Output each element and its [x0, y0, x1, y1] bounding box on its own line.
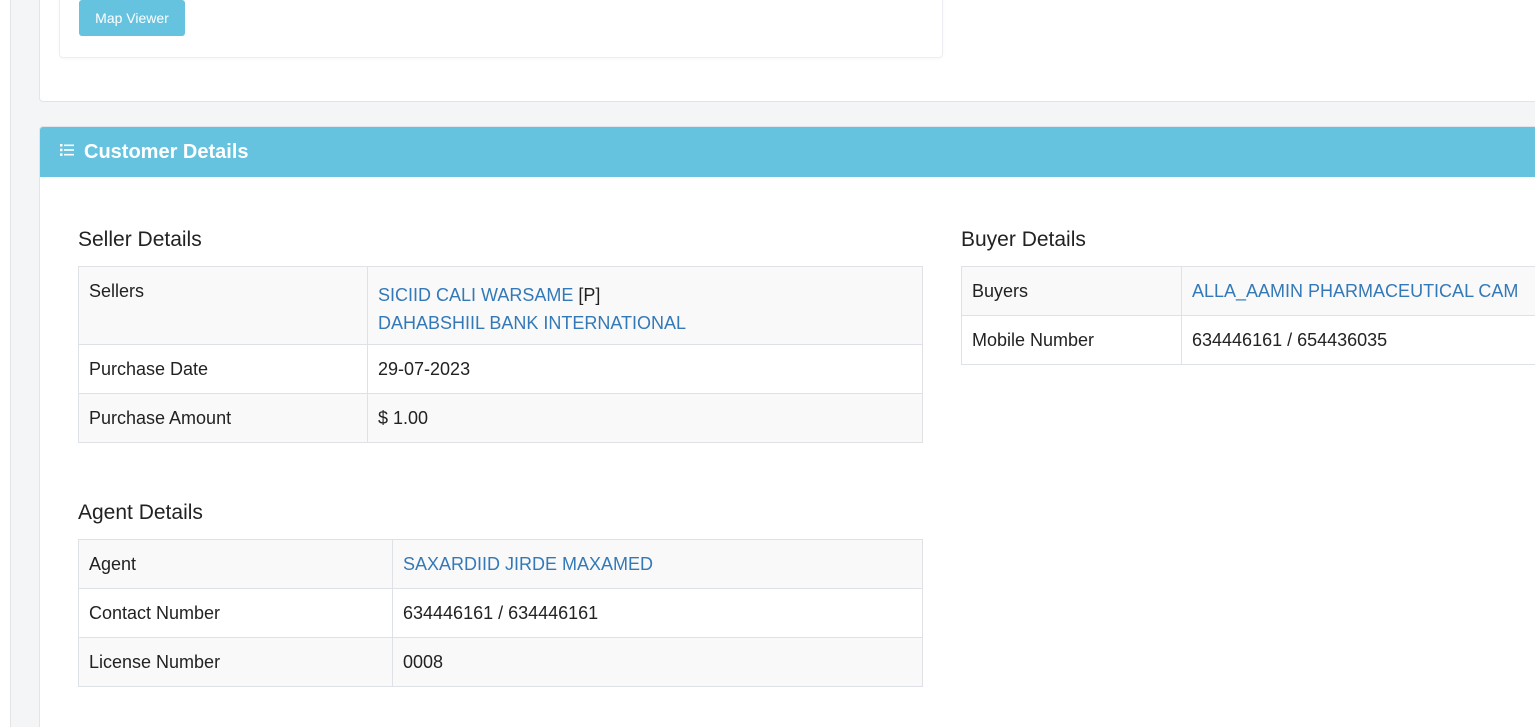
page: Map Viewer Customer Details Seller Detai…: [0, 0, 1535, 727]
agent-details-title: Agent Details: [78, 501, 203, 524]
left-sidebar-edge: [0, 0, 11, 727]
contact-number-label: Contact Number: [78, 588, 393, 638]
purchase-date-label: Purchase Date: [78, 344, 368, 394]
table-row: Agent SAXARDIID JIRDE MAXAMED: [78, 539, 923, 589]
table-row: Buyers ALLA_AAMIN PHARMACEUTICAL CAM: [961, 266, 1535, 316]
agent-details-table: Agent SAXARDIID JIRDE MAXAMED Contact Nu…: [78, 539, 923, 687]
license-number-value: 0008: [392, 637, 923, 687]
table-row: Sellers SICIID CALI WARSAME [P] DAHABSHI…: [78, 266, 923, 345]
map-card-inner: [59, 0, 943, 58]
buyer-link[interactable]: ALLA_AAMIN PHARMACEUTICAL CAM: [1192, 281, 1518, 301]
seller-link-1[interactable]: SICIID CALI WARSAME: [378, 285, 573, 305]
agent-label: Agent: [78, 539, 393, 589]
purchase-amount-label: Purchase Amount: [78, 393, 368, 443]
list-icon: [60, 143, 74, 157]
mobile-number-value: 634446161 / 654436035: [1181, 315, 1535, 365]
map-viewer-button[interactable]: Map Viewer: [79, 0, 185, 36]
buyers-label: Buyers: [961, 266, 1182, 316]
sellers-value: SICIID CALI WARSAME [P] DAHABSHIIL BANK …: [367, 266, 923, 345]
buyer-details-title: Buyer Details: [961, 228, 1086, 251]
seller-link-2[interactable]: DAHABSHIIL BANK INTERNATIONAL: [378, 313, 686, 333]
buyer-details-table: Buyers ALLA_AAMIN PHARMACEUTICAL CAM Mob…: [961, 266, 1535, 365]
buyers-value: ALLA_AAMIN PHARMACEUTICAL CAM: [1181, 266, 1535, 316]
sellers-label: Sellers: [78, 266, 368, 345]
seller-details-title: Seller Details: [78, 228, 202, 251]
table-row: Contact Number 634446161 / 634446161: [78, 588, 923, 638]
customer-details-header: Customer Details: [40, 127, 1535, 177]
table-row: Purchase Date 29-07-2023: [78, 344, 923, 394]
seller-details-table: Sellers SICIID CALI WARSAME [P] DAHABSHI…: [78, 266, 923, 443]
mobile-number-label: Mobile Number: [961, 315, 1182, 365]
customer-details-title: Customer Details: [84, 140, 249, 163]
agent-link[interactable]: SAXARDIID JIRDE MAXAMED: [403, 554, 653, 574]
agent-value: SAXARDIID JIRDE MAXAMED: [392, 539, 923, 589]
contact-number-value: 634446161 / 634446161: [392, 588, 923, 638]
purchase-date-value: 29-07-2023: [367, 344, 923, 394]
table-row: License Number 0008: [78, 637, 923, 687]
license-number-label: License Number: [78, 637, 393, 687]
table-row: Mobile Number 634446161 / 654436035: [961, 315, 1535, 365]
seller-1-suffix: [P]: [578, 285, 601, 305]
purchase-amount-value: $ 1.00: [367, 393, 923, 443]
table-row: Purchase Amount $ 1.00: [78, 393, 923, 443]
